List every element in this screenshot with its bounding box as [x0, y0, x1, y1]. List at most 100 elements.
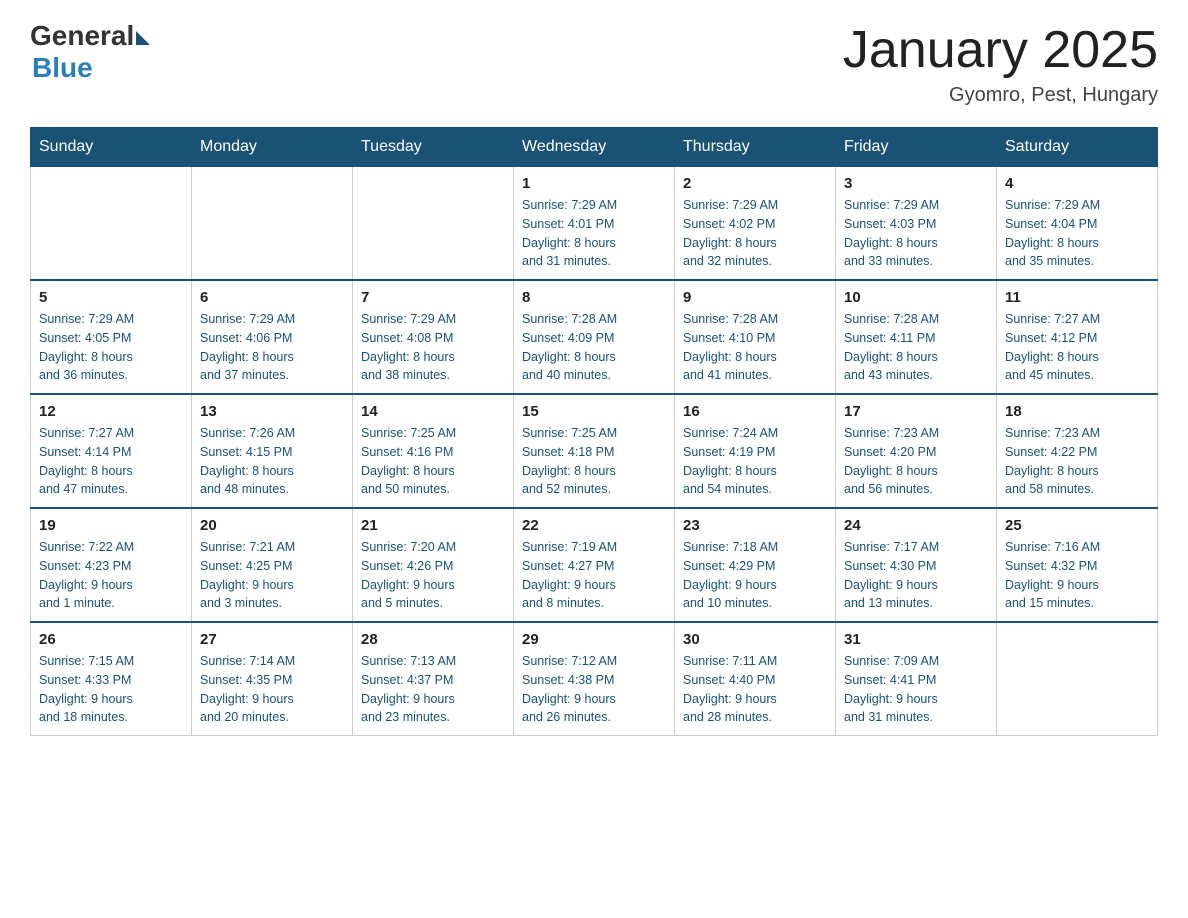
day-number: 11 — [1005, 289, 1149, 306]
calendar-cell: 20 Sunrise: 7:21 AMSunset: 4:25 PMDayligh… — [192, 508, 353, 622]
day-number: 28 — [361, 631, 505, 648]
header-sunday: Sunday — [31, 128, 192, 167]
calendar-cell: 12 Sunrise: 7:27 AMSunset: 4:14 PMDayligh… — [31, 394, 192, 508]
calendar-cell: 25 Sunrise: 7:16 AMSunset: 4:32 PMDayligh… — [997, 508, 1158, 622]
calendar-cell: 15 Sunrise: 7:25 AMSunset: 4:18 PMDayligh… — [514, 394, 675, 508]
sun-info: Sunrise: 7:13 AMSunset: 4:37 PMDaylight:… — [361, 652, 505, 727]
sun-info: Sunrise: 7:29 AMSunset: 4:01 PMDaylight:… — [522, 196, 666, 271]
calendar-cell: 24 Sunrise: 7:17 AMSunset: 4:30 PMDayligh… — [836, 508, 997, 622]
sun-info: Sunrise: 7:28 AMSunset: 4:09 PMDaylight:… — [522, 310, 666, 385]
calendar-cell: 6Sunrise: 7:29 AMSunset: 4:06 PMDaylight… — [192, 280, 353, 394]
header-saturday: Saturday — [997, 128, 1158, 167]
calendar-cell: 13 Sunrise: 7:26 AMSunset: 4:15 PMDayligh… — [192, 394, 353, 508]
sun-info: Sunrise: 7:11 AMSunset: 4:40 PMDaylight:… — [683, 652, 827, 727]
sun-info: Sunrise: 7:16 AMSunset: 4:32 PMDaylight:… — [1005, 538, 1149, 613]
week-row-5: 26 Sunrise: 7:15 AMSunset: 4:33 PMDayligh… — [31, 622, 1158, 736]
header-monday: Monday — [192, 128, 353, 167]
calendar-cell — [997, 622, 1158, 736]
sun-info: Sunrise: 7:23 AMSunset: 4:20 PMDaylight:… — [844, 424, 988, 499]
day-number: 7 — [361, 289, 505, 306]
calendar-cell: 29 Sunrise: 7:12 AMSunset: 4:38 PMDayligh… — [514, 622, 675, 736]
calendar-cell: 4Sunrise: 7:29 AMSunset: 4:04 PMDaylight… — [997, 167, 1158, 281]
logo-arrow-icon — [136, 31, 150, 45]
day-number: 21 — [361, 517, 505, 534]
header-tuesday: Tuesday — [353, 128, 514, 167]
week-row-4: 19Sunrise: 7:22 AMSunset: 4:23 PMDayligh… — [31, 508, 1158, 622]
calendar-cell — [31, 167, 192, 281]
calendar-cell: 30 Sunrise: 7:11 AMSunset: 4:40 PMDayligh… — [675, 622, 836, 736]
sun-info: Sunrise: 7:28 AMSunset: 4:10 PMDaylight:… — [683, 310, 827, 385]
calendar-cell: 22Sunrise: 7:19 AMSunset: 4:27 PMDayligh… — [514, 508, 675, 622]
calendar-cell: 9 Sunrise: 7:28 AMSunset: 4:10 PMDaylight… — [675, 280, 836, 394]
day-number: 16 — [683, 403, 827, 420]
calendar-title: January 2025 — [843, 20, 1158, 80]
calendar-cell: 16 Sunrise: 7:24 AMSunset: 4:19 PMDayligh… — [675, 394, 836, 508]
sun-info: Sunrise: 7:29 AMSunset: 4:03 PMDaylight:… — [844, 196, 988, 271]
sun-info: Sunrise: 7:29 AMSunset: 4:02 PMDaylight:… — [683, 196, 827, 271]
day-number: 17 — [844, 403, 988, 420]
sun-info: Sunrise: 7:26 AMSunset: 4:15 PMDaylight:… — [200, 424, 344, 499]
day-number: 8 — [522, 289, 666, 306]
sun-info: Sunrise: 7:29 AMSunset: 4:04 PMDaylight:… — [1005, 196, 1149, 271]
sun-info: Sunrise: 7:29 AMSunset: 4:06 PMDaylight:… — [200, 310, 344, 385]
calendar-cell: 19Sunrise: 7:22 AMSunset: 4:23 PMDayligh… — [31, 508, 192, 622]
header-friday: Friday — [836, 128, 997, 167]
calendar-cell: 3 Sunrise: 7:29 AMSunset: 4:03 PMDaylight… — [836, 167, 997, 281]
sun-info: Sunrise: 7:14 AMSunset: 4:35 PMDaylight:… — [200, 652, 344, 727]
sun-info: Sunrise: 7:25 AMSunset: 4:16 PMDaylight:… — [361, 424, 505, 499]
sun-info: Sunrise: 7:25 AMSunset: 4:18 PMDaylight:… — [522, 424, 666, 499]
sun-info: Sunrise: 7:12 AMSunset: 4:38 PMDaylight:… — [522, 652, 666, 727]
logo: General Blue — [30, 20, 150, 84]
day-number: 15 — [522, 403, 666, 420]
sun-info: Sunrise: 7:21 AMSunset: 4:25 PMDaylight:… — [200, 538, 344, 613]
title-area: January 2025 Gyomro, Pest, Hungary — [843, 20, 1158, 107]
day-number: 9 — [683, 289, 827, 306]
calendar-cell: 28 Sunrise: 7:13 AMSunset: 4:37 PMDayligh… — [353, 622, 514, 736]
day-number: 1 — [522, 175, 666, 192]
calendar-cell: 31Sunrise: 7:09 AMSunset: 4:41 PMDayligh… — [836, 622, 997, 736]
calendar-cell: 21Sunrise: 7:20 AMSunset: 4:26 PMDayligh… — [353, 508, 514, 622]
calendar-cell: 14 Sunrise: 7:25 AMSunset: 4:16 PMDayligh… — [353, 394, 514, 508]
week-row-3: 12 Sunrise: 7:27 AMSunset: 4:14 PMDayligh… — [31, 394, 1158, 508]
day-number: 20 — [200, 517, 344, 534]
calendar-cell: 8 Sunrise: 7:28 AMSunset: 4:09 PMDaylight… — [514, 280, 675, 394]
calendar-cell: 18Sunrise: 7:23 AMSunset: 4:22 PMDayligh… — [997, 394, 1158, 508]
day-number: 26 — [39, 631, 183, 648]
header-wednesday: Wednesday — [514, 128, 675, 167]
calendar-table: SundayMondayTuesdayWednesdayThursdayFrid… — [30, 127, 1158, 736]
day-number: 23 — [683, 517, 827, 534]
week-row-1: 1 Sunrise: 7:29 AMSunset: 4:01 PMDaylight… — [31, 167, 1158, 281]
calendar-cell: 11 Sunrise: 7:27 AMSunset: 4:12 PMDayligh… — [997, 280, 1158, 394]
day-number: 5 — [39, 289, 183, 306]
page-header: General Blue January 2025 Gyomro, Pest, … — [30, 20, 1158, 107]
sun-info: Sunrise: 7:27 AMSunset: 4:12 PMDaylight:… — [1005, 310, 1149, 385]
calendar-cell: 5Sunrise: 7:29 AMSunset: 4:05 PMDaylight… — [31, 280, 192, 394]
calendar-cell: 1 Sunrise: 7:29 AMSunset: 4:01 PMDaylight… — [514, 167, 675, 281]
day-number: 12 — [39, 403, 183, 420]
sun-info: Sunrise: 7:23 AMSunset: 4:22 PMDaylight:… — [1005, 424, 1149, 499]
calendar-cell: 26 Sunrise: 7:15 AMSunset: 4:33 PMDayligh… — [31, 622, 192, 736]
sun-info: Sunrise: 7:17 AMSunset: 4:30 PMDaylight:… — [844, 538, 988, 613]
logo-general-text: General — [30, 20, 134, 52]
day-number: 2 — [683, 175, 827, 192]
day-number: 14 — [361, 403, 505, 420]
sun-info: Sunrise: 7:15 AMSunset: 4:33 PMDaylight:… — [39, 652, 183, 727]
day-number: 22 — [522, 517, 666, 534]
day-number: 13 — [200, 403, 344, 420]
sun-info: Sunrise: 7:24 AMSunset: 4:19 PMDaylight:… — [683, 424, 827, 499]
day-number: 3 — [844, 175, 988, 192]
sun-info: Sunrise: 7:22 AMSunset: 4:23 PMDaylight:… — [39, 538, 183, 613]
day-number: 25 — [1005, 517, 1149, 534]
location-text: Gyomro, Pest, Hungary — [843, 84, 1158, 107]
logo-blue-text: Blue — [32, 52, 93, 84]
day-number: 30 — [683, 631, 827, 648]
calendar-cell: 7Sunrise: 7:29 AMSunset: 4:08 PMDaylight… — [353, 280, 514, 394]
day-number: 29 — [522, 631, 666, 648]
calendar-cell: 23Sunrise: 7:18 AMSunset: 4:29 PMDayligh… — [675, 508, 836, 622]
day-number: 24 — [844, 517, 988, 534]
calendar-cell — [353, 167, 514, 281]
day-number: 27 — [200, 631, 344, 648]
calendar-cell: 2 Sunrise: 7:29 AMSunset: 4:02 PMDaylight… — [675, 167, 836, 281]
day-number: 10 — [844, 289, 988, 306]
sun-info: Sunrise: 7:27 AMSunset: 4:14 PMDaylight:… — [39, 424, 183, 499]
